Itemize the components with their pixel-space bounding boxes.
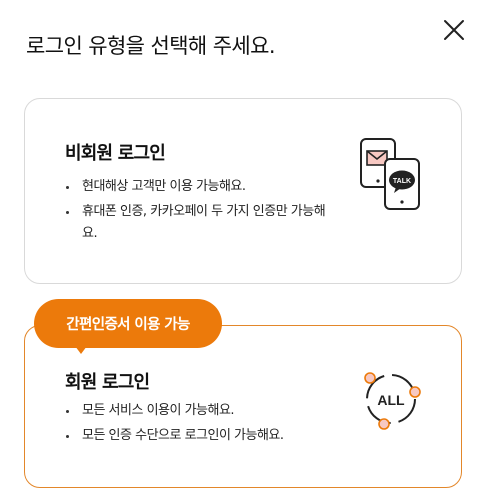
guest-bullet-1: 현대해상 고객만 이용 가능해요. — [65, 176, 335, 198]
close-icon — [444, 20, 464, 40]
talk-label: TALK — [393, 178, 411, 185]
member-bullet-2: 모든 인증 수단으로 로그인이 가능해요. — [65, 425, 335, 447]
simple-cert-badge: 간편인증서 이용 가능 — [34, 299, 222, 348]
member-bullet-1: 모든 서비스 이용이 가능해요. — [65, 400, 335, 422]
page-title: 로그인 유형을 선택해 주세요. — [26, 34, 276, 58]
all-label: ALL — [377, 392, 405, 408]
close-button[interactable] — [441, 17, 467, 43]
guest-bullet-2: 휴대폰 인증, 카카오페이 두 가지 인증만 가능해요. — [65, 201, 335, 245]
phone-mail-talk-icon: TALK — [360, 138, 420, 210]
guest-login-title: 비회원 로그인 — [65, 143, 166, 164]
all-auth-icon: ALL — [364, 372, 421, 430]
member-login-card[interactable]: 회원 로그인 모든 서비스 이용이 가능해요. 모든 인증 수단으로 로그인이 … — [24, 325, 462, 488]
member-login-title: 회원 로그인 — [65, 372, 150, 393]
badge-tail — [75, 346, 87, 354]
guest-login-bullets: 현대해상 고객만 이용 가능해요. 휴대폰 인증, 카카오페이 두 가지 인증만… — [65, 176, 335, 248]
guest-login-card[interactable]: 비회원 로그인 현대해상 고객만 이용 가능해요. 휴대폰 인증, 카카오페이 … — [24, 98, 462, 284]
member-login-bullets: 모든 서비스 이용이 가능해요. 모든 인증 수단으로 로그인이 가능해요. — [65, 400, 335, 450]
